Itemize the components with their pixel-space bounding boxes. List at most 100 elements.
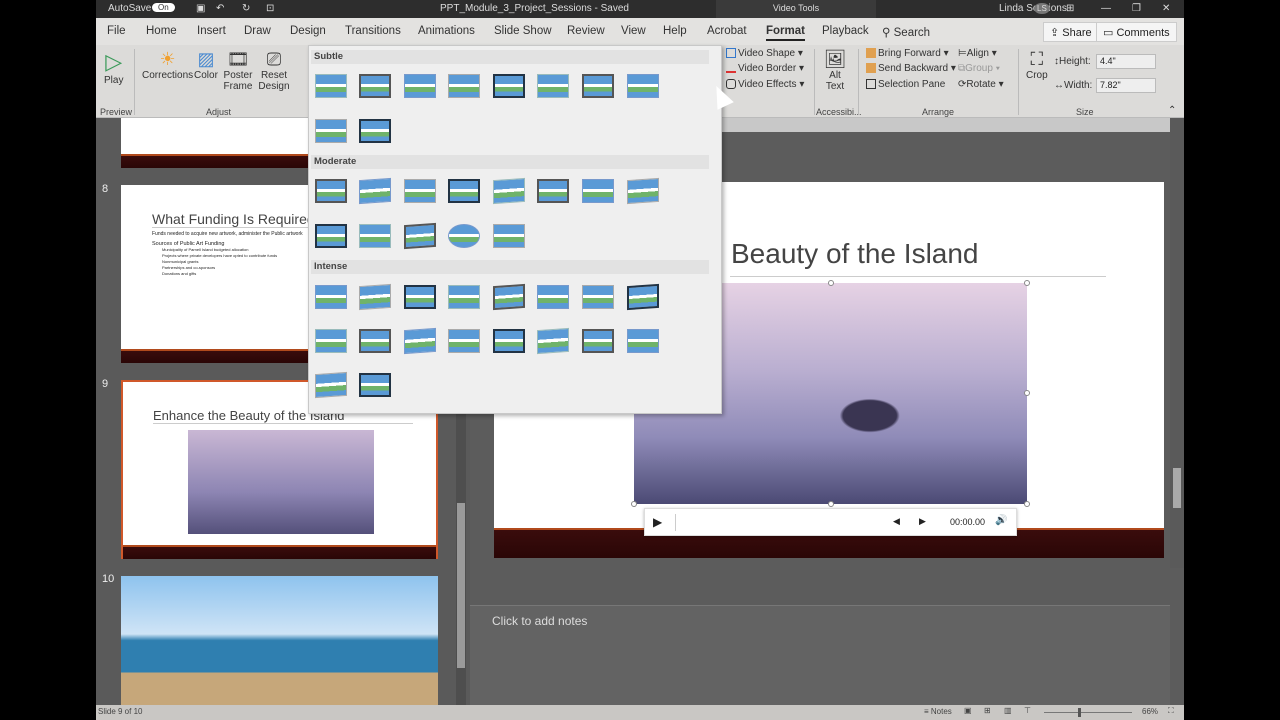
video-style-option[interactable] xyxy=(493,74,525,98)
video-style-option[interactable] xyxy=(627,329,659,353)
video-style-option[interactable] xyxy=(404,74,436,98)
scrollbar-thumb[interactable] xyxy=(457,503,465,668)
video-style-option[interactable] xyxy=(582,329,614,353)
slide-sorter-icon[interactable]: ⊞ xyxy=(984,706,991,715)
video-style-option[interactable] xyxy=(404,222,436,250)
video-style-option[interactable] xyxy=(315,285,347,309)
notes-pane[interactable]: Click to add notes xyxy=(470,605,1170,705)
video-style-option[interactable] xyxy=(315,74,347,98)
scrollbar-thumb[interactable] xyxy=(1173,468,1181,508)
undo-icon[interactable]: ↶ xyxy=(216,3,224,14)
play-video-button[interactable]: ▶ xyxy=(653,515,662,529)
video-style-option[interactable] xyxy=(627,177,659,205)
tab-draw[interactable]: Draw xyxy=(244,25,271,37)
play-button[interactable]: ▷ Play xyxy=(104,49,123,86)
comments-button[interactable]: ▭ Comments xyxy=(1096,22,1177,42)
reset-design-button[interactable]: ⎚ Reset Design xyxy=(256,49,292,92)
tab-file[interactable]: File xyxy=(107,25,126,37)
step-forward-button[interactable]: ▶ xyxy=(919,516,926,527)
group-button[interactable]: ⧉Group ▾ xyxy=(958,63,1000,74)
share-button[interactable]: ⇪ Share xyxy=(1043,22,1099,42)
resize-handle[interactable] xyxy=(1024,501,1030,507)
tab-transitions[interactable]: Transitions xyxy=(345,25,401,37)
color-button[interactable]: ▨ Color xyxy=(194,49,218,81)
tab-home[interactable]: Home xyxy=(146,25,177,37)
send-backward-button[interactable]: Send Backward ▾ xyxy=(866,63,956,74)
zoom-slider-thumb[interactable] xyxy=(1078,708,1081,717)
tab-help[interactable]: Help xyxy=(663,25,687,37)
collapse-ribbon-icon[interactable]: ⌃ xyxy=(1168,105,1176,116)
video-style-option[interactable] xyxy=(448,329,480,353)
resize-handle[interactable] xyxy=(631,501,637,507)
video-effects-button[interactable]: Video Effects ▾ xyxy=(726,79,804,90)
rotate-button[interactable]: ⟳Rotate ▾ xyxy=(958,79,1004,90)
video-style-option[interactable] xyxy=(448,285,480,309)
bring-forward-button[interactable]: Bring Forward ▾ xyxy=(866,48,949,59)
video-style-option[interactable] xyxy=(493,224,525,248)
document-title[interactable]: PPT_Module_3_Project_Sessions - Saved xyxy=(440,3,629,14)
video-style-option[interactable] xyxy=(315,329,347,353)
video-style-option[interactable] xyxy=(537,179,569,203)
video-style-option[interactable] xyxy=(627,74,659,98)
video-style-option[interactable] xyxy=(537,74,569,98)
video-style-option[interactable] xyxy=(537,327,569,355)
video-style-option[interactable] xyxy=(582,285,614,309)
video-style-option[interactable] xyxy=(537,285,569,309)
video-style-option[interactable] xyxy=(404,179,436,203)
notes-placeholder[interactable]: Click to add notes xyxy=(492,614,587,628)
ribbon-display-icon[interactable]: ⊞ xyxy=(1066,3,1074,14)
video-style-option[interactable] xyxy=(404,327,436,355)
video-style-option[interactable] xyxy=(359,74,391,98)
resize-handle[interactable] xyxy=(1024,390,1030,396)
tab-slide-show[interactable]: Slide Show xyxy=(494,25,552,37)
tab-playback[interactable]: Playback xyxy=(822,25,869,37)
redo-icon[interactable]: ↻ xyxy=(242,3,250,14)
video-border-button[interactable]: Video Border ▾ xyxy=(726,63,804,74)
video-style-option[interactable] xyxy=(627,283,659,311)
avatar[interactable]: LS xyxy=(1034,3,1050,14)
poster-frame-button[interactable]: 🎞 Poster Frame xyxy=(223,49,253,92)
resize-handle[interactable] xyxy=(1024,280,1030,286)
tab-acrobat[interactable]: Acrobat xyxy=(707,25,747,37)
slide-thumbnail-10[interactable] xyxy=(121,576,438,705)
tab-review[interactable]: Review xyxy=(567,25,605,37)
fit-slide-icon[interactable]: ⛶ xyxy=(1168,706,1174,716)
video-style-option[interactable] xyxy=(359,177,391,205)
tab-insert[interactable]: Insert xyxy=(197,25,226,37)
corrections-button[interactable]: ☀ Corrections xyxy=(142,49,193,81)
video-style-option[interactable] xyxy=(359,373,391,397)
resize-handle[interactable] xyxy=(828,280,834,286)
notes-button[interactable]: ≡ Notes xyxy=(924,707,952,716)
height-input[interactable]: 4.4" xyxy=(1096,54,1156,69)
video-style-option[interactable] xyxy=(315,371,347,399)
alt-text-button[interactable]: 🖼 Alt Text xyxy=(822,49,848,92)
zoom-level[interactable]: 66% xyxy=(1142,707,1158,716)
step-back-button[interactable]: ◀ xyxy=(893,516,900,527)
selection-pane-button[interactable]: Selection Pane xyxy=(866,79,945,90)
video-style-option[interactable] xyxy=(404,285,436,309)
video-style-option[interactable] xyxy=(359,224,391,248)
slideshow-view-icon[interactable]: ⊤ xyxy=(1024,706,1031,715)
normal-view-icon[interactable]: ▣ xyxy=(964,706,972,715)
volume-icon[interactable]: 🔊 xyxy=(995,515,1007,526)
width-input[interactable]: 7.82" xyxy=(1096,78,1156,93)
crop-button[interactable]: ⛶ Crop xyxy=(1026,49,1048,81)
zoom-slider[interactable] xyxy=(1044,708,1132,717)
video-style-option[interactable] xyxy=(359,283,391,311)
present-icon[interactable]: ⊡ xyxy=(266,3,274,14)
user-name[interactable]: Linda Sessions xyxy=(999,3,1067,14)
video-style-option[interactable] xyxy=(582,74,614,98)
autosave-toggle[interactable]: On xyxy=(152,3,175,12)
video-style-option[interactable] xyxy=(448,224,480,248)
video-style-option[interactable] xyxy=(359,329,391,353)
video-shape-button[interactable]: Video Shape ▾ xyxy=(726,48,803,59)
slide-title[interactable]: Beauty of the Island xyxy=(731,238,979,270)
search-box[interactable]: ⚲ Search xyxy=(882,25,930,39)
restore-icon[interactable]: ❐ xyxy=(1132,3,1141,14)
minimize-icon[interactable]: — xyxy=(1101,3,1111,14)
video-style-option[interactable] xyxy=(493,283,525,311)
close-icon[interactable]: ✕ xyxy=(1162,3,1170,14)
tab-view[interactable]: View xyxy=(621,25,646,37)
video-style-option[interactable] xyxy=(359,119,391,143)
video-style-option[interactable] xyxy=(448,74,480,98)
